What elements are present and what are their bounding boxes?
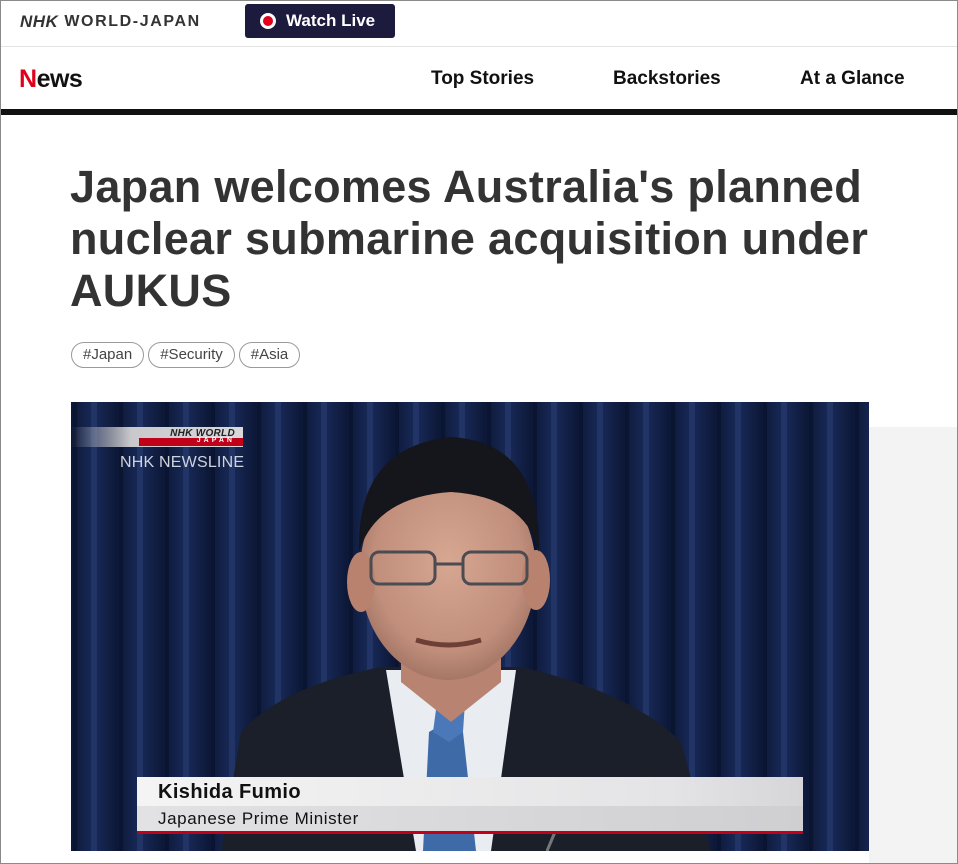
headline-line: Japan welcomes Australia's planned <box>70 161 863 212</box>
top-bar: NHK WORLD-JAPAN Watch Live <box>1 1 957 47</box>
program-name: NHK NEWSLINE <box>120 454 245 471</box>
bug-japan-text: JAPAN <box>196 437 235 444</box>
article-tags: #Japan #Security #Asia <box>71 342 301 368</box>
news-logo-rest: ews <box>36 65 83 93</box>
nhk-world-japan-logo[interactable]: NHK WORLD-JAPAN <box>20 12 201 32</box>
headline-line: AUKUS <box>70 265 232 316</box>
bug-bar: NHK WORLD JAPAN <box>71 427 243 447</box>
lower-third-caption: Kishida Fumio Japanese Prime Minister <box>137 777 803 834</box>
live-record-icon <box>260 13 276 29</box>
watch-live-label: Watch Live <box>286 11 376 30</box>
tag-asia[interactable]: #Asia <box>238 342 301 368</box>
logo-world-japan-text: WORLD-JAPAN <box>64 13 201 30</box>
bug-sub: JAPAN <box>71 437 243 447</box>
caption-title: Japanese Prime Minister <box>137 806 803 834</box>
article-video-still[interactable]: NHK WORLD JAPAN NHK NEWSLINE Kishida Fum… <box>71 402 869 851</box>
tag-japan[interactable]: #Japan <box>71 342 145 368</box>
headline-line: nuclear submarine acquisition under <box>70 213 869 264</box>
nhk-world-bug: NHK WORLD JAPAN NHK NEWSLINE <box>71 427 244 471</box>
article-headline: Japan welcomes Australia's planned nucle… <box>70 161 957 317</box>
sidebar-panel <box>869 427 957 863</box>
news-section-logo[interactable]: News <box>19 65 83 93</box>
tab-backstories[interactable]: Backstories <box>613 67 721 91</box>
caption-name: Kishida Fumio <box>137 777 803 806</box>
tab-at-a-glance[interactable]: At a Glance <box>800 67 905 91</box>
browser-page: NHK WORLD-JAPAN Watch Live News Top Stor… <box>0 0 958 864</box>
news-nav-bar: News Top Stories Backstories At a Glance <box>1 47 957 115</box>
watch-live-button[interactable]: Watch Live <box>245 4 395 38</box>
tag-security[interactable]: #Security <box>148 342 235 368</box>
logo-nhk-text: NHK <box>20 12 59 31</box>
nav-divider <box>1 109 957 115</box>
news-logo-first-letter: N <box>19 65 37 93</box>
tab-top-stories[interactable]: Top Stories <box>419 67 546 115</box>
